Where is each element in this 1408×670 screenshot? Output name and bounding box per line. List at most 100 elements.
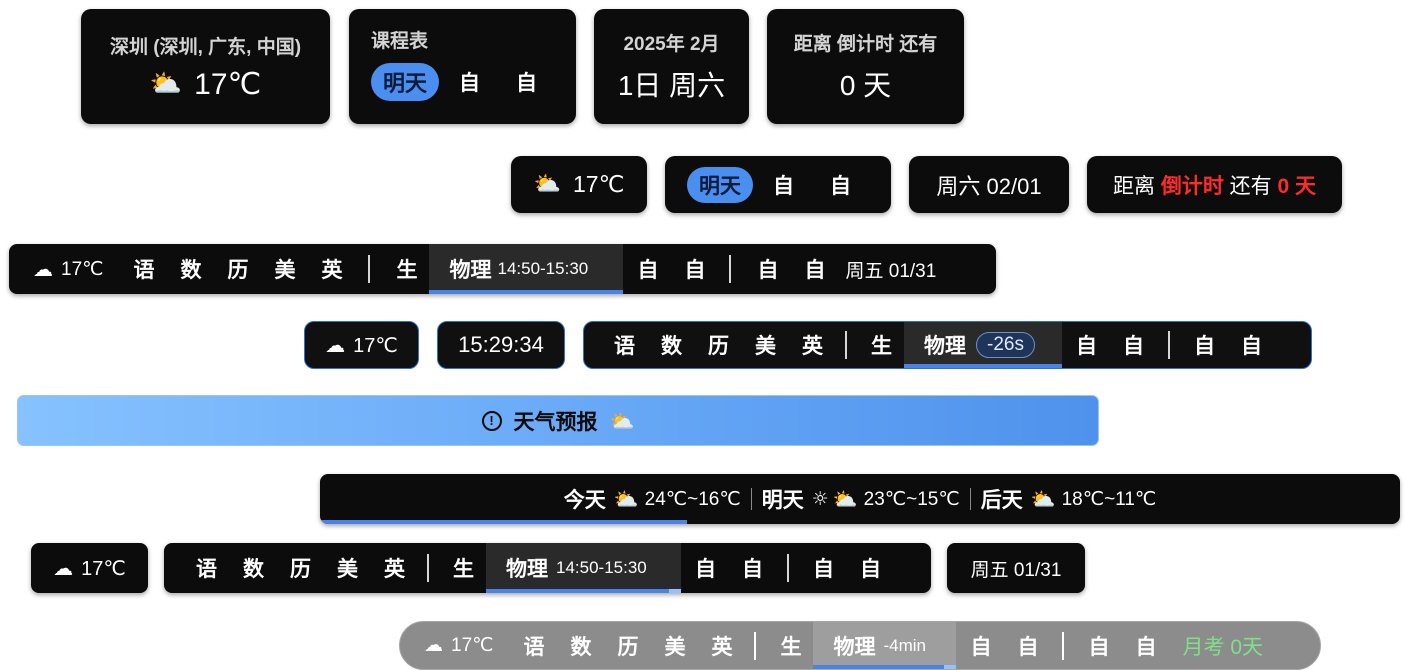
partly-cloudy-icon: ⛅	[1030, 487, 1056, 511]
cloud-icon: ☁	[53, 556, 74, 580]
weather-card: 深圳 (深圳, 广东, 中国) ⛅ 17℃	[81, 9, 330, 124]
schedule-bar: ☁ 17℃ 语 数 历 美 英 生 物理 14:50-15:30 自 自 自 自…	[9, 244, 996, 294]
divider	[969, 488, 971, 510]
weather-temp: 17℃	[81, 557, 126, 580]
class-item: 历	[227, 259, 249, 282]
class-item: 自	[860, 558, 881, 581]
class-item: 生	[396, 259, 418, 282]
countdown-event: 倒计时	[1160, 174, 1224, 198]
forecast-bar: 今天 ⛅ 24℃~16℃ 明天 ☼ ⛅ 23℃~15℃ 后天 ⛅ 18℃~11℃	[320, 474, 1400, 524]
partly-cloudy-icon: ⛅	[609, 408, 635, 433]
forecast-banner[interactable]: ! 天气预报 ⛅	[17, 395, 1099, 446]
countdown-prefix: 距离	[1112, 174, 1161, 198]
current-class[interactable]: 物理 -26s	[904, 322, 1062, 368]
countdown-title: 距离 倒计时 还有	[793, 34, 938, 55]
date-text: 周六 02/01	[936, 173, 1042, 199]
sun-icon: ☼	[811, 487, 829, 510]
weather-temp: 17℃	[572, 171, 625, 197]
class-item: 自	[742, 558, 763, 581]
divider	[729, 255, 732, 283]
weather-temp: 17℃	[194, 67, 262, 101]
current-class-time: 14:50-15:30	[556, 558, 647, 577]
divider	[787, 554, 789, 582]
forecast-progress	[320, 520, 688, 524]
current-class-name: 物理	[506, 558, 548, 581]
class-item: 美	[274, 259, 296, 282]
countdown-value: 0 天	[1277, 174, 1317, 198]
class-item: 自	[459, 72, 481, 95]
weather-temp: 17℃	[353, 334, 398, 357]
class-item: 自	[637, 259, 659, 282]
class-item: 语	[523, 635, 545, 659]
date-card: 2025年 2月 1日 周六	[594, 9, 749, 124]
date-chip: 周六 02/01	[909, 156, 1069, 213]
date-year-month: 2025年 2月	[623, 34, 720, 55]
class-item: 英	[802, 335, 823, 358]
class-item: 自	[757, 259, 779, 282]
class-item: 自	[804, 259, 826, 282]
countdown-text: -4min	[883, 635, 926, 655]
class-item: 自	[773, 174, 794, 198]
countdown-chip: 距离 倒计时 还有 0 天	[1087, 156, 1342, 213]
tomorrow-pill[interactable]: 明天	[687, 166, 753, 203]
class-item: 自	[695, 558, 716, 581]
current-class-name: 物理	[449, 259, 492, 282]
class-item: 历	[708, 335, 729, 358]
cloud-icon: ☁	[33, 257, 53, 281]
class-item: 自	[830, 174, 851, 198]
class-item: 自	[684, 259, 706, 282]
weather-temp: 17℃	[61, 258, 104, 280]
class-item: 美	[755, 335, 776, 358]
class-item: 数	[180, 259, 202, 282]
divider	[750, 488, 752, 510]
current-class-name: 物理	[924, 335, 966, 358]
class-item: 数	[661, 335, 682, 358]
alert-icon: !	[481, 410, 502, 431]
weather-chip: ☁ 17℃	[31, 543, 148, 593]
class-item: 自	[1123, 335, 1144, 358]
class-item: 自	[813, 558, 834, 581]
clock-time: 15:29:34	[458, 332, 544, 357]
divider	[1168, 331, 1170, 359]
class-item: 美	[664, 635, 686, 659]
clock-chip: 15:29:34	[437, 321, 565, 369]
cloud-icon: ☁	[325, 333, 346, 357]
class-item: 自	[970, 635, 992, 659]
partly-cloudy-icon: ⛅	[149, 69, 183, 99]
partly-cloudy-icon: ⛅	[613, 487, 639, 511]
class-item: 历	[617, 635, 639, 659]
current-class[interactable]: 物理 14:50-15:30	[486, 543, 681, 593]
countdown-mid: 还有	[1223, 174, 1278, 198]
forecast-range: 23℃~15℃	[863, 488, 960, 510]
current-class[interactable]: 物理 -4min	[813, 622, 957, 669]
partly-cloudy-icon: ⛅	[533, 171, 561, 197]
class-progress-remaining	[944, 665, 957, 669]
class-item: 自	[1194, 335, 1215, 358]
current-class-time: 14:50-15:30	[497, 259, 589, 278]
countdown-card: 距离 倒计时 还有 0 天	[767, 9, 964, 124]
exam-countdown: 月考 0天	[1182, 635, 1263, 659]
schedule-chip: 明天 自 自	[665, 156, 891, 213]
class-progress	[904, 364, 1062, 368]
schedule-card: 课程表 明天 自 自	[349, 9, 576, 124]
partly-cloudy-icon: ⛅	[832, 487, 858, 511]
forecast-banner-title: 天气预报	[513, 410, 598, 434]
tomorrow-pill[interactable]: 明天	[371, 63, 440, 101]
weather-chip: ⛅ 17℃	[511, 156, 647, 213]
class-progress	[486, 589, 669, 593]
forecast-day-label: 明天	[761, 489, 804, 512]
class-item: 自	[1135, 635, 1157, 659]
countdown-value: 0 天	[839, 70, 892, 101]
class-item: 数	[570, 635, 592, 659]
date-day-week: 1日 周六	[617, 70, 726, 101]
class-progress	[429, 290, 624, 294]
class-item: 生	[453, 558, 474, 581]
class-item: 美	[337, 558, 358, 581]
weather-temp: 17℃	[451, 635, 494, 656]
schedule-bar: 语 数 历 美 英 生 物理 14:50-15:30 自 自 自 自	[164, 543, 931, 593]
class-item: 生	[871, 335, 892, 358]
divider	[427, 554, 429, 582]
forecast-range: 18℃~11℃	[1061, 488, 1157, 510]
class-item: 自	[1241, 335, 1262, 358]
current-class[interactable]: 物理 14:50-15:30	[429, 244, 624, 294]
